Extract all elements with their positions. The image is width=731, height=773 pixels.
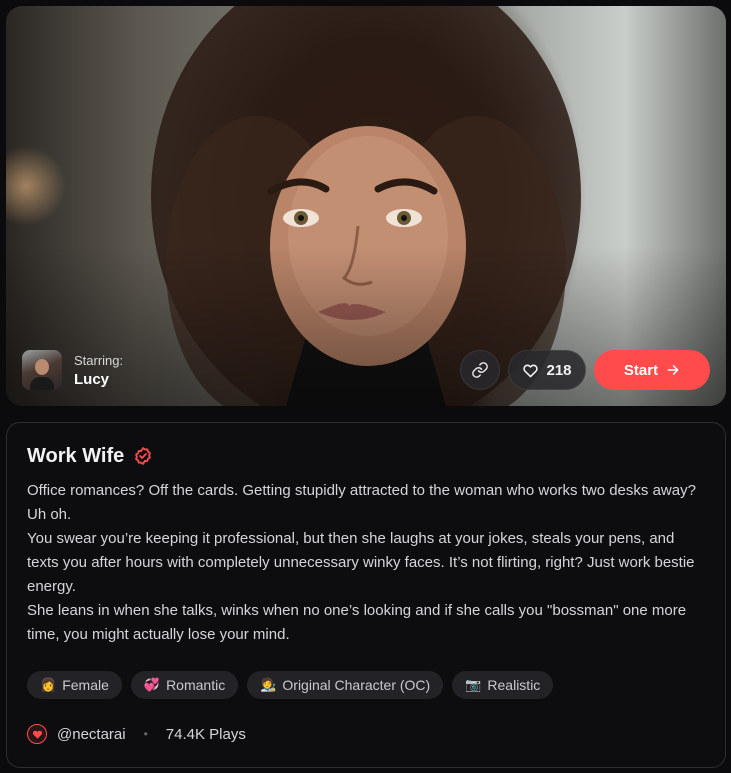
story-card: Work Wife Office romances? Off the cards… [6,422,726,768]
story-meta: @nectarai • 74.4K Plays [27,724,246,744]
tag-label: Romantic [166,677,226,693]
woman-emoji-icon: 👩 [40,677,57,692]
link-icon [472,362,488,378]
hero-actions: 218 Start [460,350,710,390]
character-name[interactable]: Lucy [74,371,123,388]
tag-female[interactable]: 👩 Female [27,671,122,699]
check-badge-icon [135,447,152,465]
character-portrait [151,6,581,406]
hearts-emoji-icon: 💞 [143,677,161,692]
play-count: 74.4K Plays [165,725,246,743]
starring-block: Starring: Lucy [22,350,123,390]
story-title: Work Wife [27,444,125,467]
start-label: Start [623,361,659,379]
arrow-right-icon [667,365,679,375]
start-button[interactable]: Start [594,350,710,390]
tag-romantic[interactable]: 💞 Romantic [130,671,239,699]
character-hero: Starring: Lucy 218 Start [6,6,726,406]
like-count: 218 [546,361,572,379]
tag-label: Realistic [487,677,541,693]
creator-handle[interactable]: @nectarai [57,726,126,743]
tag-original-character[interactable]: 🧑‍🎨 Original Character (OC) [247,671,444,699]
creator-heart-icon [27,724,47,744]
tag-label: Original Character (OC) [282,677,431,693]
tag-realistic[interactable]: 📷 Realistic [452,671,554,699]
story-description: Office romances? Off the cards. Getting … [27,482,696,643]
tag-label: Female [62,677,109,693]
like-button[interactable]: 218 [508,350,586,390]
starring-label: Starring: [74,352,124,368]
copy-link-button[interactable] [460,350,500,390]
separator-dot: • [143,727,148,741]
heart-outline-icon [523,364,539,377]
camera-emoji-icon: 📷 [465,677,482,692]
character-avatar [22,350,62,390]
tag-list: 👩 Female 💞 Romantic 🧑‍🎨 Original Charact… [27,671,554,699]
artist-emoji-icon: 🧑‍🎨 [260,677,277,692]
